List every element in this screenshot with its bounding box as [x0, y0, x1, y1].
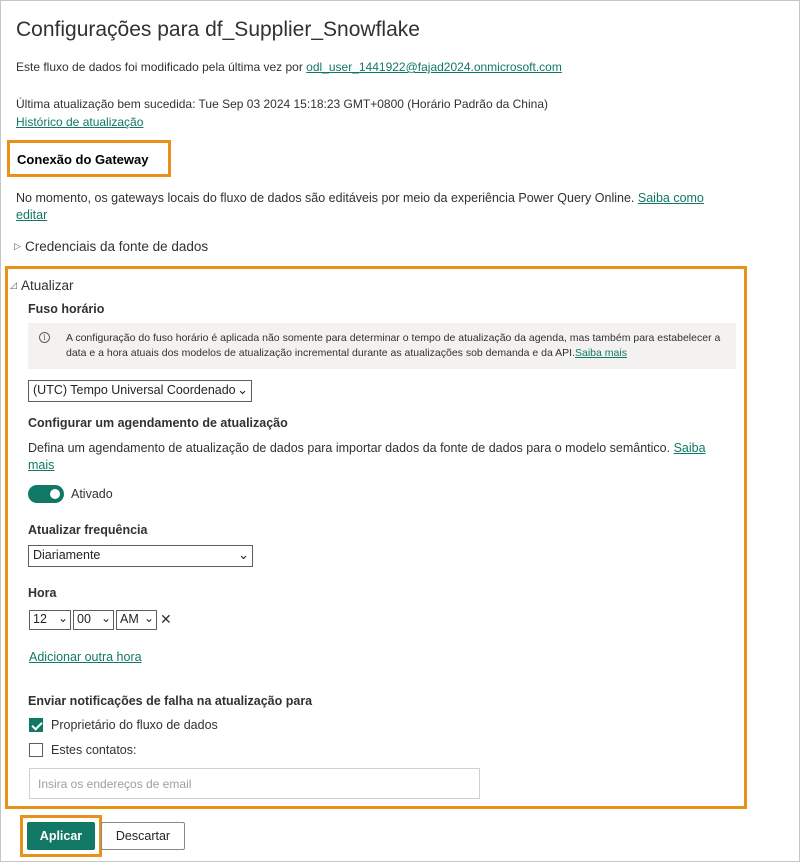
notify-heading: Enviar notificações de falha na atualiza…	[28, 694, 313, 708]
contacts-checkbox[interactable]	[29, 743, 43, 757]
toggle-knob	[50, 489, 60, 499]
refresh-section-toggle[interactable]: ◿ Atualizar	[10, 278, 74, 293]
hour-value: 12	[33, 612, 47, 626]
frequency-select[interactable]: Diariamente ⌄	[28, 545, 253, 567]
gateway-heading: Conexão do Gateway	[17, 152, 149, 167]
time-label: Hora	[28, 586, 57, 600]
minute-select[interactable]: 00 ⌄	[73, 610, 114, 630]
schedule-heading: Configurar um agendamento de atualização	[28, 416, 288, 430]
credentials-section-toggle[interactable]: ▷ Credenciais da fonte de dados	[14, 239, 208, 254]
triangle-right-icon: ▷	[14, 241, 21, 251]
frequency-value: Diariamente	[33, 548, 101, 562]
chevron-down-icon: ⌄	[100, 611, 111, 625]
toggle-label: Ativado	[71, 487, 113, 501]
timezone-label: Fuso horário	[28, 302, 105, 316]
add-time-link[interactable]: Adicionar outra hora	[29, 650, 142, 664]
last-update-text: Última atualização bem sucedida: Tue Sep…	[16, 97, 548, 111]
modified-user-link[interactable]: odl_user_1441922@fajad2024.onmicrosoft.c…	[306, 60, 562, 74]
refresh-history-link[interactable]: Histórico de atualização	[16, 115, 143, 129]
modified-prefix: Este fluxo de dados foi modificado pela …	[16, 60, 307, 74]
info-icon: i	[39, 332, 50, 343]
refresh-label: Atualizar	[21, 278, 74, 293]
remove-time-icon[interactable]: ✕	[160, 611, 172, 628]
contacts-checkbox-label: Estes contatos:	[51, 743, 137, 757]
discard-button[interactable]: Descartar	[101, 822, 185, 850]
timezone-value: (UTC) Tempo Universal Coordenado	[33, 383, 236, 397]
gateway-description: No momento, os gateways locais do fluxo …	[16, 190, 716, 224]
frequency-label: Atualizar frequência	[28, 523, 148, 537]
triangle-down-icon: ◿	[10, 280, 17, 290]
hour-select[interactable]: 12 ⌄	[29, 610, 71, 630]
credentials-label: Credenciais da fonte de dados	[25, 239, 209, 254]
minute-value: 00	[77, 612, 91, 626]
owner-checkbox[interactable]	[29, 718, 43, 732]
chevron-down-icon: ⌄	[238, 547, 249, 562]
timezone-learn-link[interactable]: Saiba mais	[575, 347, 627, 359]
schedule-description: Defina um agendamento de atualização de …	[28, 440, 728, 474]
ampm-value: AM	[120, 612, 139, 626]
gateway-text: No momento, os gateways locais do fluxo …	[16, 191, 638, 205]
chevron-down-icon: ⌄	[237, 382, 248, 397]
ampm-select[interactable]: AM ⌄	[116, 610, 157, 630]
schedule-text: Defina um agendamento de atualização de …	[28, 441, 674, 455]
modified-by-text: Este fluxo de dados foi modificado pela …	[16, 60, 562, 74]
email-field[interactable]: Insira os endereços de email	[29, 768, 480, 799]
chevron-down-icon: ⌄	[143, 611, 154, 625]
apply-button[interactable]: Aplicar	[27, 822, 95, 850]
schedule-toggle[interactable]	[28, 485, 64, 503]
owner-checkbox-label: Proprietário do fluxo de dados	[51, 718, 218, 732]
timezone-select[interactable]: (UTC) Tempo Universal Coordenado ⌄	[28, 380, 252, 402]
timezone-info-box: i A configuração do fuso horário é aplic…	[28, 323, 736, 369]
chevron-down-icon: ⌄	[57, 611, 68, 625]
page-title: Configurações para df_Supplier_Snowflake	[16, 18, 420, 41]
